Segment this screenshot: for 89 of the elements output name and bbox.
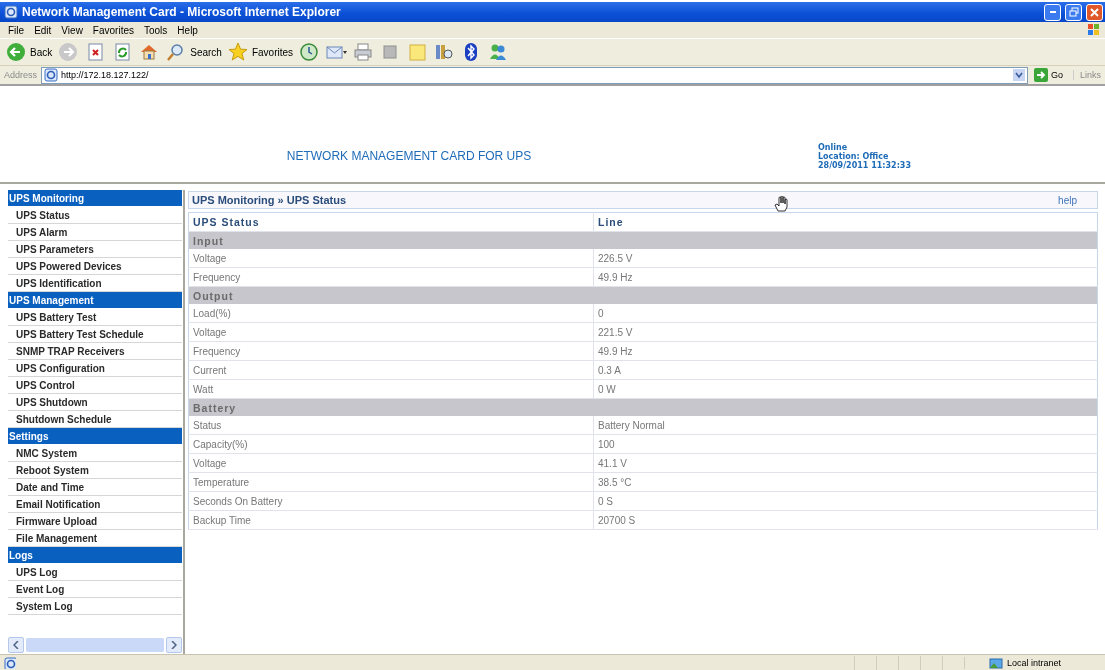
sidebar-item[interactable]: UPS Parameters [8,241,182,258]
table-cell: 0 S [593,491,1098,511]
location-text: Location: Office [818,151,890,161]
table-cell: 41.1 V [593,453,1098,473]
sidebar-item[interactable]: Firmware Upload [8,513,182,530]
table-cell: Backup Time [188,510,594,530]
help-link[interactable]: help [1058,194,1077,206]
status-text: Online [818,142,849,152]
sidebar-item[interactable]: UPS Status [8,207,182,224]
breadcrumb-text: UPS Monitoring » UPS Status [192,194,346,206]
table-cell: 49.9 Hz [593,341,1098,361]
scroll-left-button[interactable] [8,636,24,653]
sidebar-heading[interactable]: Logs [8,547,182,563]
menu-item[interactable]: Tools [140,24,172,36]
sidebar-item[interactable]: UPS Shutdown [8,394,182,411]
table-cell: 0 [593,304,1098,323]
sidebar-heading[interactable]: Settings [8,428,182,444]
sidebar-item[interactable]: UPS Control [8,377,182,394]
menu-item[interactable]: Edit [30,24,56,36]
table-cell: Voltage [188,453,594,473]
address-field[interactable]: http://172.18.127.122/ [41,66,1028,84]
restore-icon [1068,7,1079,17]
date-time-text: 28/09/2011 11:32:33 [818,160,911,170]
table-cell: Current [188,360,594,380]
table-cell: 38.5 °C [593,472,1098,492]
star-icon [227,42,249,62]
back-button[interactable]: Back [6,42,53,62]
printer-icon[interactable] [353,42,375,62]
table-cell: Voltage [188,322,594,342]
sidebar-item[interactable]: SNMP TRAP Receivers [8,343,182,360]
address-label: Address [4,70,38,80]
sidebar-heading[interactable]: UPS Monitoring [8,190,182,206]
table-cell: 226.5 V [593,249,1098,268]
close-icon [1090,7,1099,17]
sidebar-item[interactable]: UPS Alarm [8,224,182,241]
table-cell: Status [188,416,594,435]
column-header: Line [593,212,1098,232]
table-cell: Frequency [188,267,594,287]
windows-logo-icon [1087,23,1101,37]
sidebar-item[interactable]: Reboot System [8,462,182,479]
sidebar-heading[interactable]: UPS Management [8,292,182,308]
page-title: NETWORK MANAGEMENT CARD FOR UPS [285,148,533,163]
table-cell: 100 [593,434,1098,454]
sidebar-item[interactable]: NMC System [8,445,182,462]
menu-item[interactable]: Favorites [88,24,138,36]
search-button[interactable]: Search [166,42,222,62]
close-button[interactable] [1086,3,1103,21]
table-cell: 0 W [593,379,1098,399]
dropdown-icon [1012,69,1025,81]
table-cell: Capacity(%) [188,434,594,454]
page-icon [4,656,16,669]
table-cell: Seconds On Battery [188,491,594,511]
go-button[interactable]: Go [1031,68,1069,82]
table-cell: Temperature [188,472,594,492]
minimize-icon [1049,11,1056,13]
column-header: UPS Status [188,212,594,232]
favorites-button[interactable]: Favorites [227,42,294,62]
table-cell: Frequency [188,341,594,361]
restore-button[interactable] [1065,3,1082,21]
table-cell: Watt [188,379,594,399]
books-magnifier-icon[interactable] [434,42,456,62]
scrollbar-thumb[interactable] [26,637,164,652]
page-icon [44,68,59,82]
table-cell: Voltage [188,249,594,268]
table-cell: 49.9 Hz [593,267,1098,287]
minimize-button[interactable] [1044,3,1061,21]
table-cell: 221.5 V [593,322,1098,342]
table-cell: 20700 S [593,510,1098,530]
menu-item[interactable]: File [4,24,29,36]
sidebar-item[interactable]: System Log [8,598,182,615]
table-cell: 0.3 A [593,360,1098,380]
table-cell: Battery Normal [593,416,1098,435]
sidebar-item[interactable]: UPS Configuration [8,360,182,377]
browser-icon [4,5,18,19]
sidebar-item[interactable]: UPS Battery Test Schedule [8,326,182,343]
scroll-right-button[interactable] [166,636,182,653]
sidebar-item[interactable]: Email Notification [8,496,182,513]
clock-icon[interactable] [299,42,321,62]
sidebar-item[interactable]: UPS Log [8,564,182,581]
sidebar-item[interactable]: UPS Powered Devices [8,258,182,275]
menu-item[interactable]: Help [173,24,202,36]
table-cell: Load(%) [188,304,594,323]
sidebar-item[interactable]: Date and Time [8,479,182,496]
sidebar-item[interactable]: Event Log [8,581,182,598]
go-arrow-icon [1033,68,1048,82]
zone-text: Local intranet [1006,657,1061,668]
window-title: Network Management Card - Microsoft Internet Explorer [22,5,342,19]
sidebar-item[interactable]: UPS Battery Test [8,309,182,326]
menu-item[interactable]: View [57,24,87,36]
